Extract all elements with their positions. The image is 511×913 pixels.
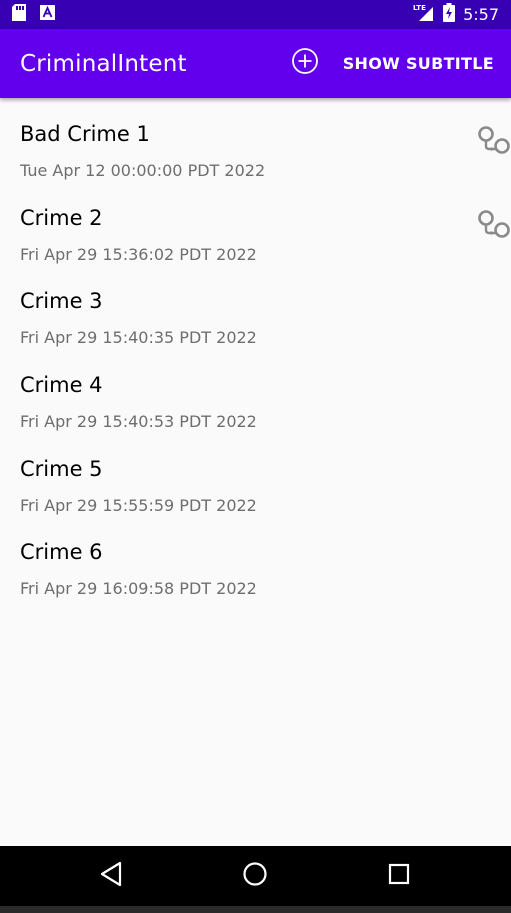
a-notification-icon (40, 4, 55, 25)
crime-title: Crime 4 (20, 373, 103, 398)
clock: 5:57 (463, 5, 499, 24)
crime-list[interactable]: Bad Crime 1 Tue Apr 12 00:00:00 PDT 2022… (0, 98, 511, 600)
crime-date: Fri Apr 29 15:40:35 PDT 2022 (20, 328, 257, 348)
home-icon (242, 861, 268, 892)
back-icon (99, 861, 123, 892)
crime-date: Fri Apr 29 15:36:02 PDT 2022 (20, 244, 257, 264)
sd-card-icon (12, 3, 26, 26)
handcuffs-solved-icon (477, 209, 511, 244)
crime-list-item[interactable]: Bad Crime 1 Tue Apr 12 00:00:00 PDT 2022 (0, 98, 511, 182)
navigation-bar (0, 846, 511, 906)
crime-date: Tue Apr 12 00:00:00 PDT 2022 (20, 161, 266, 180)
crime-date: Fri Apr 29 16:09:58 PDT 2022 (20, 579, 257, 599)
handcuffs-solved-icon (477, 125, 511, 160)
new-crime-button[interactable] (281, 40, 329, 88)
crime-title: Crime 3 (20, 289, 103, 314)
add-circle-icon (291, 47, 319, 80)
home-button[interactable] (240, 861, 270, 891)
crime-list-item[interactable]: Crime 5 Fri Apr 29 15:55:59 PDT 2022 (0, 433, 511, 517)
back-button[interactable] (96, 861, 126, 891)
bottom-edge (0, 906, 511, 913)
battery-charging-icon (443, 2, 456, 27)
status-bar: LTE 5:57 (0, 0, 511, 29)
crime-date: Fri Apr 29 15:55:59 PDT 2022 (20, 495, 257, 515)
app-title: CriminalIntent (20, 50, 187, 77)
crime-title: Crime 6 (20, 540, 103, 565)
network-type-label: LTE (413, 4, 426, 12)
crime-date: Fri Apr 29 15:40:53 PDT 2022 (20, 412, 257, 432)
signal-icon: LTE (413, 3, 435, 26)
recents-button[interactable] (384, 861, 414, 891)
status-notifications (12, 3, 413, 26)
crime-list-item[interactable]: Crime 3 Fri Apr 29 15:40:35 PDT 2022 (0, 265, 511, 349)
recents-icon (387, 862, 411, 891)
crime-title: Crime 5 (20, 456, 103, 481)
crime-title: Bad Crime 1 (20, 122, 150, 146)
crime-list-item[interactable]: Crime 2 Fri Apr 29 15:36:02 PDT 2022 (0, 182, 511, 266)
status-system: LTE 5:57 (413, 2, 499, 27)
app-bar: CriminalIntent SHOW SUBTITLE (0, 29, 511, 98)
crime-list-item[interactable]: Crime 6 Fri Apr 29 16:09:58 PDT 2022 (0, 516, 511, 600)
crime-list-item[interactable]: Crime 4 Fri Apr 29 15:40:53 PDT 2022 (0, 349, 511, 433)
crime-title: Crime 2 (20, 205, 103, 230)
show-subtitle-button[interactable]: SHOW SUBTITLE (343, 54, 494, 73)
